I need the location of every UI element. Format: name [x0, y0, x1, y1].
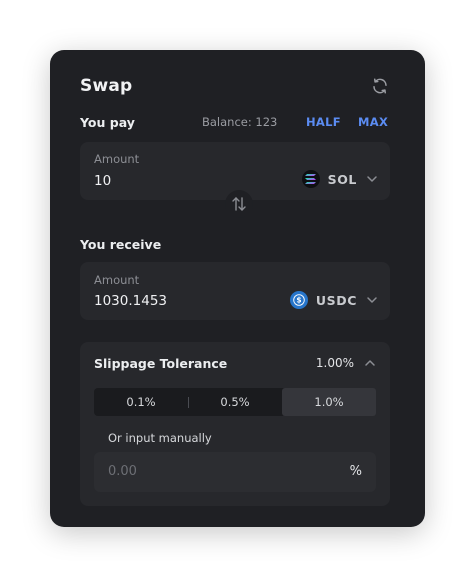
pay-token-symbol: SOL [327, 171, 357, 187]
refresh-icon[interactable] [371, 77, 389, 95]
manual-input-placeholder: 0.00 [108, 464, 137, 479]
chevron-down-icon [367, 176, 377, 182]
receive-token-selector[interactable]: $ USDC [289, 291, 378, 309]
swap-title: Swap [80, 76, 133, 96]
slippage-options: 0.1% 0.5% 1.0% [94, 388, 376, 416]
swap-card: Swap You pay Balance: 123 HALF MAX Amoun… [50, 50, 425, 527]
pay-amount-label: Amount [94, 152, 140, 166]
receive-amount-value: 1030.1453 [94, 293, 168, 309]
slippage-option-1-0[interactable]: 1.0% [282, 388, 376, 416]
receive-amount-box: Amount 1030.1453 $ USDC [80, 262, 390, 320]
slippage-option-0-5[interactable]: 0.5% [188, 388, 282, 416]
solana-icon [301, 170, 320, 188]
option-divider [188, 397, 189, 408]
pay-amount-input[interactable]: 10 [94, 173, 111, 189]
svg-text:$: $ [296, 296, 301, 305]
slippage-manual-input[interactable]: 0.00 % [94, 452, 376, 492]
balance-text: Balance: 123 [202, 115, 278, 129]
you-pay-label: You pay [80, 115, 135, 130]
chevron-down-icon [367, 297, 377, 303]
slippage-panel: Slippage Tolerance 1.00% 0.1% 0.5% 1.0% … [80, 342, 390, 506]
slippage-value: 1.00% [315, 356, 354, 370]
chevron-up-icon[interactable] [364, 357, 376, 369]
slippage-option-0-1[interactable]: 0.1% [94, 388, 188, 416]
receive-amount-label: Amount [94, 273, 140, 287]
you-receive-label: You receive [80, 237, 162, 252]
pay-token-selector[interactable]: SOL [301, 170, 378, 188]
switch-tokens-button[interactable] [225, 190, 253, 218]
swap-arrows-icon [232, 197, 246, 211]
slippage-title: Slippage Tolerance [94, 356, 228, 371]
manual-input-label: Or input manually [108, 431, 212, 445]
percent-unit: % [349, 464, 362, 479]
usdc-icon: $ [289, 291, 308, 309]
receive-token-symbol: USDC [315, 292, 357, 308]
half-button[interactable]: HALF [306, 115, 341, 129]
max-button[interactable]: MAX [358, 115, 388, 129]
